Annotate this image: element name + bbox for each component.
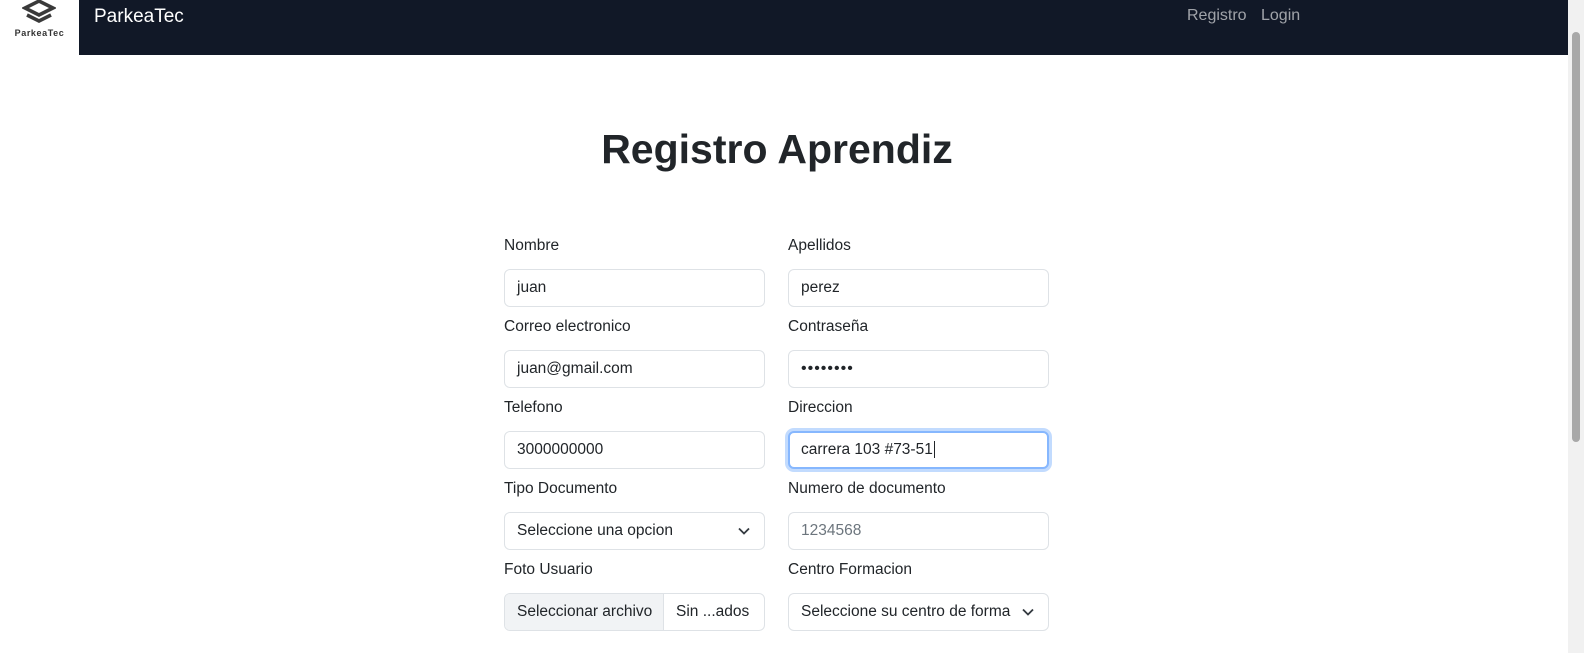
tipo-documento-select[interactable]: Seleccione una opcion bbox=[504, 512, 765, 550]
centro-formacion-label: Centro Formacion bbox=[788, 561, 913, 578]
page-scrollbar[interactable] bbox=[1568, 0, 1584, 653]
logo-text: ParkeaTec bbox=[14, 28, 65, 38]
direccion-value: carrera 103 #73-51 bbox=[801, 441, 933, 458]
top-navbar: ParkeaTec ParkeaTec Registro Login bbox=[0, 0, 1568, 55]
correo-label: Correo electronico bbox=[504, 318, 631, 335]
apellidos-input[interactable]: perez bbox=[788, 269, 1049, 307]
contrasena-label: Contraseña bbox=[788, 318, 869, 335]
nombre-input[interactable]: juan bbox=[504, 269, 765, 307]
direccion-input[interactable]: carrera 103 #73-51 bbox=[788, 431, 1049, 469]
centro-formacion-selected: Seleccione su centro de forma bbox=[801, 603, 1011, 620]
text-caret bbox=[933, 441, 935, 459]
logo[interactable]: ParkeaTec bbox=[0, 0, 79, 55]
apellidos-label: Apellidos bbox=[788, 237, 851, 254]
tipo-documento-label: Tipo Documento bbox=[504, 480, 618, 497]
chevron-down-icon bbox=[1022, 608, 1034, 616]
numero-documento-input[interactable]: 1234568 bbox=[788, 512, 1049, 550]
nav-link-registro[interactable]: Registro bbox=[1187, 7, 1247, 25]
centro-formacion-select[interactable]: Seleccione su centro de forma bbox=[788, 593, 1049, 631]
scrollbar-thumb[interactable] bbox=[1572, 32, 1580, 442]
telefono-input[interactable]: 3000000000 bbox=[504, 431, 765, 469]
select-file-button[interactable]: Seleccionar archivo bbox=[505, 594, 664, 630]
foto-usuario-label: Foto Usuario bbox=[504, 561, 593, 578]
parkeatec-logo-icon bbox=[22, 0, 56, 23]
page-title: Registro Aprendiz bbox=[601, 126, 953, 172]
nombre-label: Nombre bbox=[504, 237, 560, 254]
selected-file-name: Sin ...ados bbox=[676, 603, 750, 620]
correo-input[interactable]: juan@gmail.com bbox=[504, 350, 765, 388]
telefono-label: Telefono bbox=[504, 399, 563, 416]
brand-name[interactable]: ParkeaTec bbox=[94, 6, 184, 28]
nav-link-login[interactable]: Login bbox=[1261, 7, 1300, 25]
tipo-documento-selected: Seleccione una opcion bbox=[517, 522, 673, 539]
foto-usuario-file-input[interactable]: Seleccionar archivo Sin ...ados bbox=[504, 593, 765, 631]
numero-documento-label: Numero de documento bbox=[788, 480, 946, 497]
chevron-down-icon bbox=[738, 527, 750, 535]
contrasena-input[interactable]: •••••••• bbox=[788, 350, 1049, 388]
direccion-label: Direccion bbox=[788, 399, 853, 416]
